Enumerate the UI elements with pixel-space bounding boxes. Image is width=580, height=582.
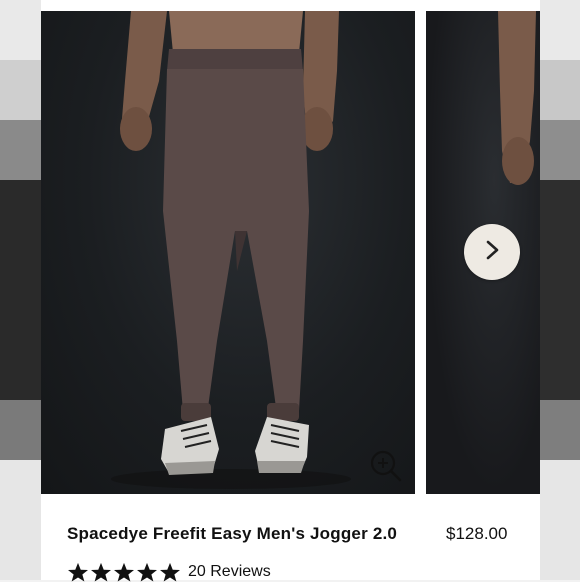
star-icon <box>160 562 180 582</box>
model-figure <box>111 11 351 489</box>
product-title[interactable]: Spacedye Freefit Easy Men's Jogger 2.0 <box>67 524 397 544</box>
star-icon <box>91 562 111 582</box>
zoom-in-icon[interactable] <box>369 449 403 483</box>
star-icon <box>68 562 88 582</box>
product-price: $128.00 <box>446 524 508 543</box>
rating[interactable]: 20 Reviews <box>67 562 271 582</box>
blurred-background-right <box>540 0 580 580</box>
chevron-right-icon <box>481 239 503 266</box>
star-icon <box>114 562 134 582</box>
next-image-button[interactable] <box>464 224 520 280</box>
reviews-link[interactable]: 20 Reviews <box>188 563 271 581</box>
blurred-background-left <box>0 0 42 580</box>
star-icon <box>137 562 157 582</box>
product-image[interactable] <box>41 11 415 494</box>
